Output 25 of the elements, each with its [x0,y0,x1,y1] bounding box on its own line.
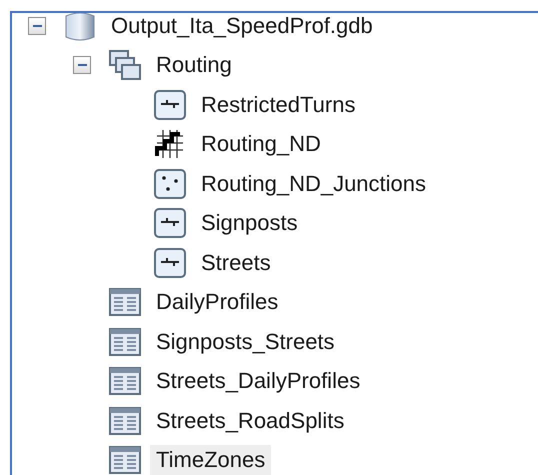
tree-item-label[interactable]: Routing [150,50,238,80]
tree-item-label[interactable]: Signposts [195,208,304,238]
table-icon [108,444,142,475]
table-icon [108,365,142,398]
tree-item-label[interactable]: Routing_ND [195,129,327,160]
line-layer-icon [153,246,187,279]
line-layer-icon [153,207,187,240]
collapse-toggle[interactable] [73,56,91,74]
table-icon [108,404,142,437]
database-icon [63,10,97,42]
tree-item-label[interactable]: Streets_DailyProfiles [150,366,366,396]
tree-item-label[interactable]: Signposts_Streets [150,326,341,357]
collapse-toggle[interactable] [28,16,46,35]
table-icon [108,286,142,318]
point-layer-icon [153,168,187,200]
tree-item-label[interactable]: Routing_ND_Junctions [195,168,432,199]
tree-item-label[interactable]: Streets_RoadSplits [150,406,350,436]
tree-item-label[interactable]: TimeZones [150,445,272,475]
table-icon [108,326,142,358]
tree-item-label[interactable]: DailyProfiles [150,287,284,318]
tree-item-label[interactable]: Streets [195,248,277,278]
line-layer-icon [153,88,187,121]
tree-item-label[interactable]: Output_Ita_SpeedProf.gdb [105,10,379,41]
dataset-icon [108,49,142,82]
tree-item-label[interactable]: RestrictedTurns [195,90,362,120]
